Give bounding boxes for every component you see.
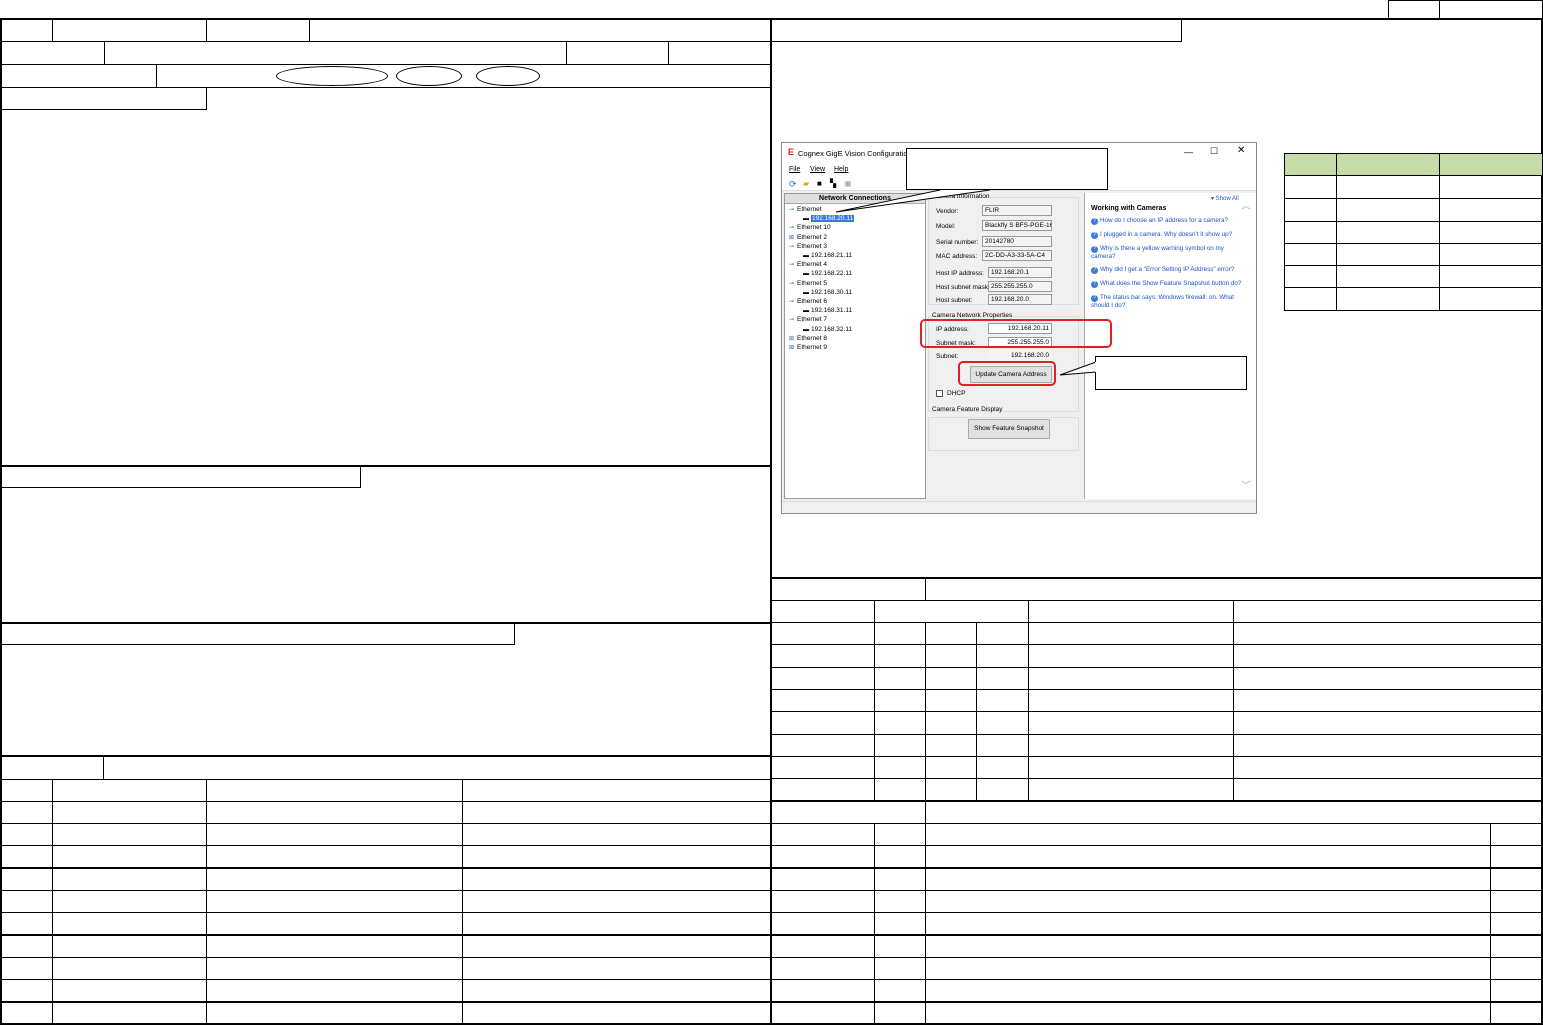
callout-box-right bbox=[1095, 356, 1247, 390]
callout-pointers bbox=[835, 189, 1097, 376]
